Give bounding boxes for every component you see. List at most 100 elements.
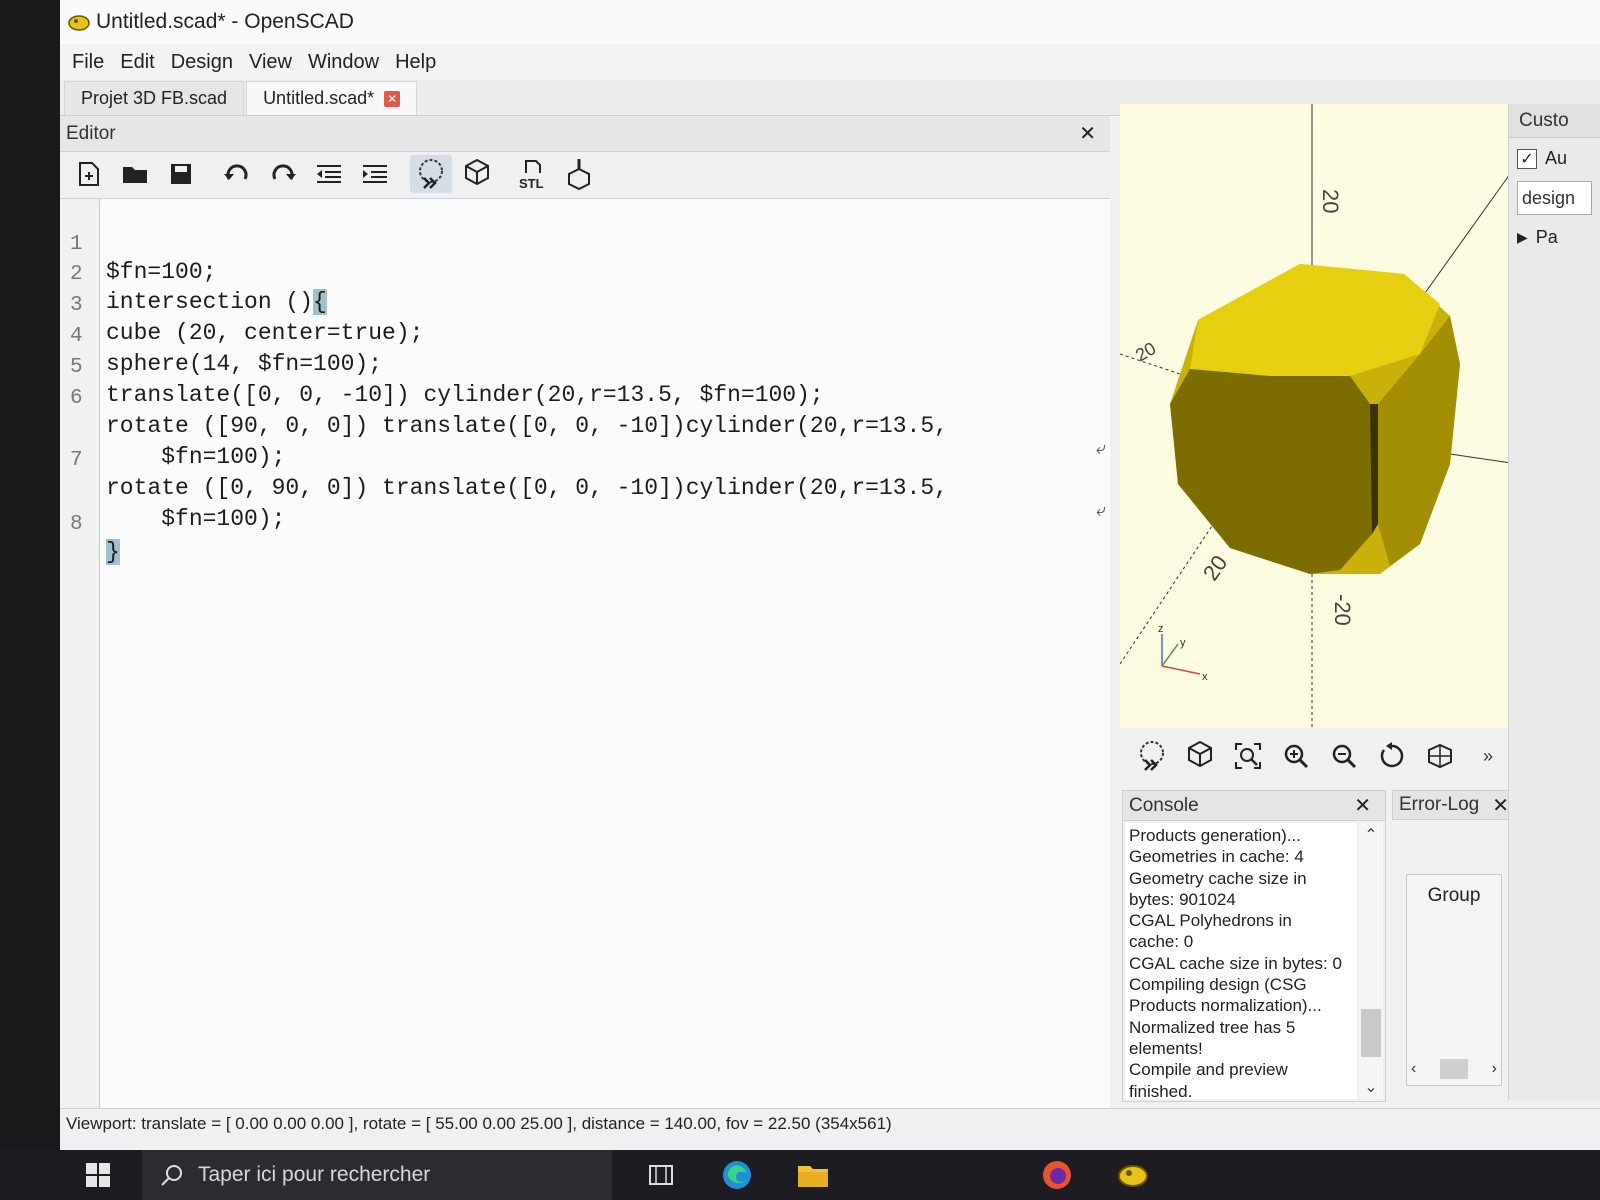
- export-stl-icon: STL: [519, 160, 544, 191]
- editor-panel: Editor ✕ STL 1 $fn=100; 2 intersection (…: [60, 116, 1110, 1112]
- error-log-header: Error-Log ✕: [1392, 790, 1518, 820]
- console-title: Console: [1129, 794, 1199, 816]
- group-column-header[interactable]: Group: [1407, 885, 1501, 907]
- export-stl-button[interactable]: STL: [512, 155, 554, 193]
- reset-view-icon: [1380, 742, 1404, 768]
- gizmo-x-label: x: [1202, 671, 1208, 683]
- editor-toolbar: STL: [60, 152, 1110, 196]
- unindent-button[interactable]: [308, 155, 350, 193]
- code-editor[interactable]: 1 $fn=100; 2 intersection (){ 3 cube (20…: [60, 198, 1110, 1112]
- viewport-status-text: Viewport: translate = [ 0.00 0.00 0.00 ]…: [66, 1113, 892, 1133]
- line-number: 8: [70, 513, 83, 536]
- search-icon: [161, 1165, 182, 1186]
- perspective-button[interactable]: [1418, 734, 1462, 778]
- console-line: CGAL cache size in bytes: 0: [1129, 953, 1342, 973]
- close-editor-icon[interactable]: ✕: [1071, 121, 1104, 146]
- perspective-icon: [1428, 743, 1452, 769]
- file-explorer-button[interactable]: [786, 1150, 840, 1200]
- folder-icon: [798, 1166, 828, 1187]
- redo-button[interactable]: [262, 155, 304, 193]
- edge-browser-icon: [723, 1161, 751, 1189]
- open-folder-icon: [123, 167, 147, 183]
- task-view-icon: [649, 1165, 673, 1185]
- save-button[interactable]: [160, 155, 202, 193]
- console-line: cache: 0: [1129, 932, 1194, 952]
- gizmo-z-label: z: [1158, 623, 1164, 635]
- customizer-title: Custo: [1509, 104, 1600, 138]
- send-to-print-icon: [568, 159, 590, 191]
- zoom-in-button[interactable]: [1274, 734, 1318, 778]
- task-view-button[interactable]: [634, 1150, 688, 1200]
- save-icon: [171, 164, 191, 184]
- axis-label: -20: [1330, 594, 1355, 626]
- editor-title: Editor: [66, 122, 116, 144]
- viewport-render-button[interactable]: [1178, 734, 1222, 778]
- chevron-down-icon[interactable]: ⌄: [1359, 1077, 1383, 1097]
- viewport-preview-button[interactable]: [1130, 734, 1174, 778]
- console-output[interactable]: Products generation)... Geometries in ca…: [1125, 823, 1357, 1099]
- firefox-icon: [1043, 1161, 1071, 1189]
- chevron-right-icon[interactable]: ›: [1492, 1060, 1497, 1078]
- unindent-icon: [317, 165, 341, 183]
- viewport-toolbar: »: [1120, 730, 1520, 782]
- auto-preview-row: ✓ Au: [1509, 138, 1600, 179]
- axis-label: 20: [1132, 338, 1159, 365]
- openscad-taskbar-button[interactable]: [1106, 1150, 1160, 1200]
- new-file-button[interactable]: [68, 155, 110, 193]
- send-to-print-button[interactable]: [558, 155, 600, 193]
- indent-button[interactable]: [354, 155, 396, 193]
- menu-window[interactable]: Window: [300, 51, 387, 74]
- window-title: Untitled.scad* - OpenSCAD: [96, 10, 354, 33]
- console-line: Compile and preview: [1129, 1060, 1288, 1080]
- tab-label: Untitled.scad*: [263, 88, 375, 108]
- console-line: CGAL Polyhedrons in: [1129, 911, 1292, 931]
- undo-button[interactable]: [216, 155, 258, 193]
- horizontal-scrollbar[interactable]: ‹ ›: [1411, 1057, 1497, 1081]
- chevron-left-icon[interactable]: ‹: [1411, 1060, 1416, 1078]
- parameters-label: Pa: [1535, 227, 1558, 247]
- tab-label: Projet 3D FB.scad: [81, 88, 228, 108]
- menu-bar: File Edit Design View Window Help: [60, 44, 1600, 80]
- start-button[interactable]: [70, 1150, 126, 1200]
- undo-icon: [224, 164, 248, 180]
- menu-design[interactable]: Design: [163, 51, 241, 74]
- close-console-icon[interactable]: ✕: [1346, 793, 1379, 818]
- edge-browser-button[interactable]: [710, 1150, 764, 1200]
- search-placeholder: Taper ici pour rechercher: [198, 1163, 431, 1186]
- zoom-out-button[interactable]: [1322, 734, 1366, 778]
- close-tab-icon[interactable]: ✕: [384, 90, 401, 107]
- view-all-button[interactable]: [1226, 734, 1270, 778]
- expand-arrow-icon: ▶: [1517, 229, 1528, 245]
- firefox-button[interactable]: [1030, 1150, 1084, 1200]
- matching-brace: }: [106, 539, 120, 565]
- scrollbar-thumb[interactable]: [1440, 1059, 1468, 1079]
- parameters-section[interactable]: ▶ Pa: [1509, 217, 1600, 258]
- error-log-title: Error-Log: [1399, 794, 1480, 815]
- console-line: Products normalization)...: [1129, 996, 1322, 1016]
- error-log-panel: Error-Log ✕ Group ‹ ›: [1392, 790, 1518, 1102]
- scrollbar-thumb[interactable]: [1361, 1009, 1381, 1057]
- menu-edit[interactable]: Edit: [112, 51, 162, 74]
- render-icon: [1188, 740, 1212, 768]
- windows-taskbar: Taper ici pour rechercher: [0, 1150, 1600, 1200]
- auto-preview-checkbox[interactable]: ✓: [1517, 148, 1537, 169]
- menu-help[interactable]: Help: [387, 51, 444, 74]
- menu-view[interactable]: View: [241, 51, 300, 74]
- open-file-button[interactable]: [114, 155, 156, 193]
- gizmo-y-axis: [1161, 643, 1179, 667]
- reset-view-button[interactable]: [1370, 734, 1414, 778]
- render-button[interactable]: [456, 155, 498, 193]
- console-line: elements!: [1129, 1038, 1203, 1058]
- design-select[interactable]: design: [1517, 181, 1592, 215]
- 3d-scene: 20 20 20 -20 z y x: [1120, 104, 1518, 728]
- tab-untitled[interactable]: Untitled.scad* ✕: [246, 81, 418, 115]
- 3d-viewport[interactable]: 20 20 20 -20 z y x: [1120, 104, 1518, 728]
- preview-button[interactable]: [410, 155, 452, 193]
- tab-projet-3d-fb[interactable]: Projet 3D FB.scad: [64, 81, 245, 115]
- menu-file[interactable]: File: [64, 51, 112, 74]
- more-tools-button[interactable]: »: [1466, 734, 1510, 778]
- chevron-up-icon[interactable]: ⌃: [1359, 825, 1383, 845]
- console-scrollbar[interactable]: ⌃ ⌄: [1359, 823, 1383, 1099]
- taskbar-search-box[interactable]: Taper ici pour rechercher: [142, 1150, 612, 1200]
- title-bar: Untitled.scad* - OpenSCAD: [60, 0, 1600, 44]
